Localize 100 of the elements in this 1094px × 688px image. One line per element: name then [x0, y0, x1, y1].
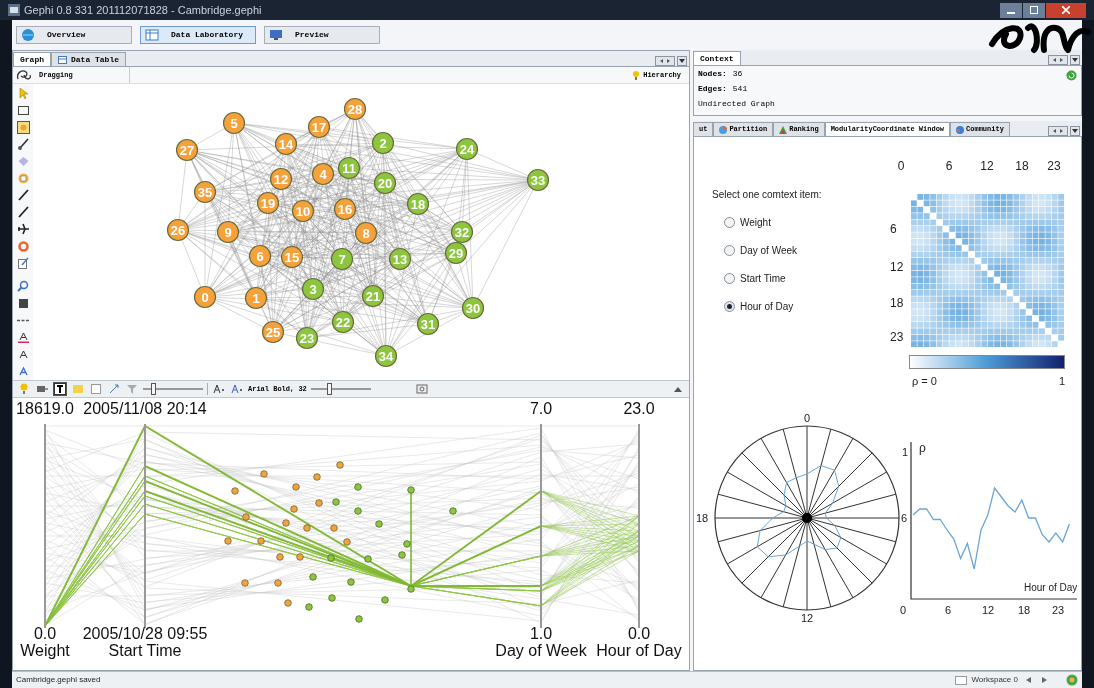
- label-toggle-button[interactable]: [53, 382, 67, 396]
- node-label: 31: [420, 316, 436, 332]
- light-bulb-icon: [18, 383, 30, 395]
- axis-min-label: 0.0: [33, 625, 57, 643]
- y-tick-label: 1: [902, 445, 909, 460]
- brush-icon: [16, 137, 30, 151]
- axis-max-label: 23.0: [623, 400, 655, 418]
- slider[interactable]: [310, 383, 371, 395]
- cursor-icon: [16, 86, 30, 100]
- polar-tick-label: 18: [696, 510, 709, 526]
- panel-tab[interactable]: Data Table: [51, 52, 127, 66]
- minimize-button[interactable]: [1000, 2, 1022, 18]
- tool-button[interactable]: [16, 120, 30, 134]
- tool-button[interactable]: [16, 330, 30, 344]
- node-label: 18: [410, 196, 426, 212]
- node-label: 28: [347, 101, 363, 117]
- maximize-button[interactable]: [1023, 2, 1045, 18]
- magnifier-icon: [16, 279, 30, 293]
- stat-value: 541: [732, 83, 748, 95]
- node-label: 3: [309, 281, 317, 297]
- axis-tick-label: 6: [890, 221, 897, 238]
- panel-icon: [36, 383, 48, 395]
- polar-tick-label: 12: [800, 611, 814, 626]
- ring-icon: [16, 239, 30, 253]
- node-label: 13: [392, 251, 408, 267]
- axis-min-label: 0.0: [627, 625, 651, 643]
- workspace-button[interactable]: Workspace 0: [955, 674, 1018, 686]
- axis-tick-label: 18: [890, 295, 904, 312]
- tab-menu-button[interactable]: [1070, 55, 1080, 65]
- close-icon: [1062, 6, 1070, 14]
- radio-option[interactable]: Start Time: [724, 271, 822, 286]
- tool-button[interactable]: [16, 137, 30, 151]
- rectangle-select-icon: [16, 103, 30, 117]
- tool-button[interactable]: [16, 103, 30, 117]
- perspective-tab[interactable]: Preview: [264, 26, 380, 44]
- window-title: Gephi 0.8 331 201112071828 - Cambridge.gephi: [24, 2, 262, 18]
- node-label: 9: [224, 224, 232, 240]
- dropdown-icon: [1072, 129, 1078, 133]
- node-label: 4: [319, 166, 327, 182]
- label-color-button[interactable]: [71, 382, 85, 396]
- radio-option[interactable]: Hour of Day: [724, 299, 822, 314]
- radio-option[interactable]: Weight: [724, 215, 822, 230]
- panel-tab[interactable]: Context: [693, 51, 741, 65]
- radio-option[interactable]: Day of Week: [724, 243, 822, 258]
- previous-workspace-button[interactable]: [1026, 675, 1034, 685]
- tool-button[interactable]: [16, 188, 30, 202]
- arrows-icon: [1052, 57, 1064, 63]
- tab-menu-button[interactable]: [1070, 126, 1080, 136]
- node-label: 5: [230, 115, 238, 131]
- node-label: 0: [201, 289, 209, 305]
- tool-button[interactable]: [16, 222, 30, 236]
- text-color-icon: [16, 330, 30, 344]
- axis-name: Hour of Day: [596, 642, 682, 660]
- close-button[interactable]: [1046, 2, 1086, 18]
- node-label: 8: [362, 225, 370, 241]
- left-arrow-icon: [1026, 677, 1031, 683]
- node-label: 29: [448, 245, 464, 261]
- text-icon: [213, 383, 225, 395]
- font-size-button[interactable]: [212, 382, 226, 396]
- dropdown-icon: [1072, 58, 1078, 62]
- polar-tick-label: 6: [901, 510, 908, 526]
- screenshot-button[interactable]: [414, 382, 429, 396]
- size-button[interactable]: [89, 382, 103, 396]
- perspective-tab[interactable]: Overview: [16, 26, 132, 44]
- stat-label: Edges:: [698, 83, 727, 95]
- perspective-tab[interactable]: Data Laboratory: [140, 26, 256, 44]
- axis-min-label: 1.0: [529, 625, 553, 643]
- text-icon: [231, 383, 243, 395]
- font-color-button[interactable]: [230, 382, 244, 396]
- refresh-button[interactable]: [1066, 70, 1077, 81]
- x-axis-label: Hour of Day: [1024, 581, 1078, 595]
- node-label: 26: [170, 222, 186, 238]
- scroll-tabs-button[interactable]: [1048, 126, 1068, 136]
- node-label: 10: [295, 203, 311, 219]
- node-label: 2: [379, 135, 387, 151]
- tab-menu-button[interactable]: [677, 56, 687, 66]
- tool-button[interactable]: [16, 296, 30, 310]
- node-label: 17: [311, 119, 327, 135]
- x-tick-label: 18: [1017, 603, 1031, 618]
- network-status-button[interactable]: [1066, 674, 1078, 686]
- axis-tick-label: 6: [945, 158, 953, 175]
- panel-tab[interactable]: Graph: [13, 52, 51, 66]
- node-label: 30: [465, 300, 481, 316]
- legend-max-label: 1: [1059, 374, 1066, 389]
- slider[interactable]: [143, 383, 203, 395]
- globe-icon: [1066, 674, 1078, 686]
- scroll-tabs-button[interactable]: [655, 56, 675, 66]
- axis-name: Start Time: [108, 642, 182, 660]
- node-label: 35: [197, 184, 213, 200]
- x-tick-label: 12: [981, 603, 995, 618]
- x-tick-label: 6: [944, 603, 952, 618]
- table-icon: [145, 28, 159, 42]
- node-label: 20: [377, 175, 393, 191]
- tool-button[interactable]: [16, 205, 30, 219]
- scale-button[interactable]: [107, 382, 121, 396]
- scroll-tabs-button[interactable]: [1048, 55, 1068, 65]
- text-icon: [16, 364, 30, 378]
- arrow-icon: [108, 383, 120, 395]
- monitor-icon: [269, 28, 283, 42]
- status-message: Cambridge.gephi saved: [16, 674, 101, 686]
